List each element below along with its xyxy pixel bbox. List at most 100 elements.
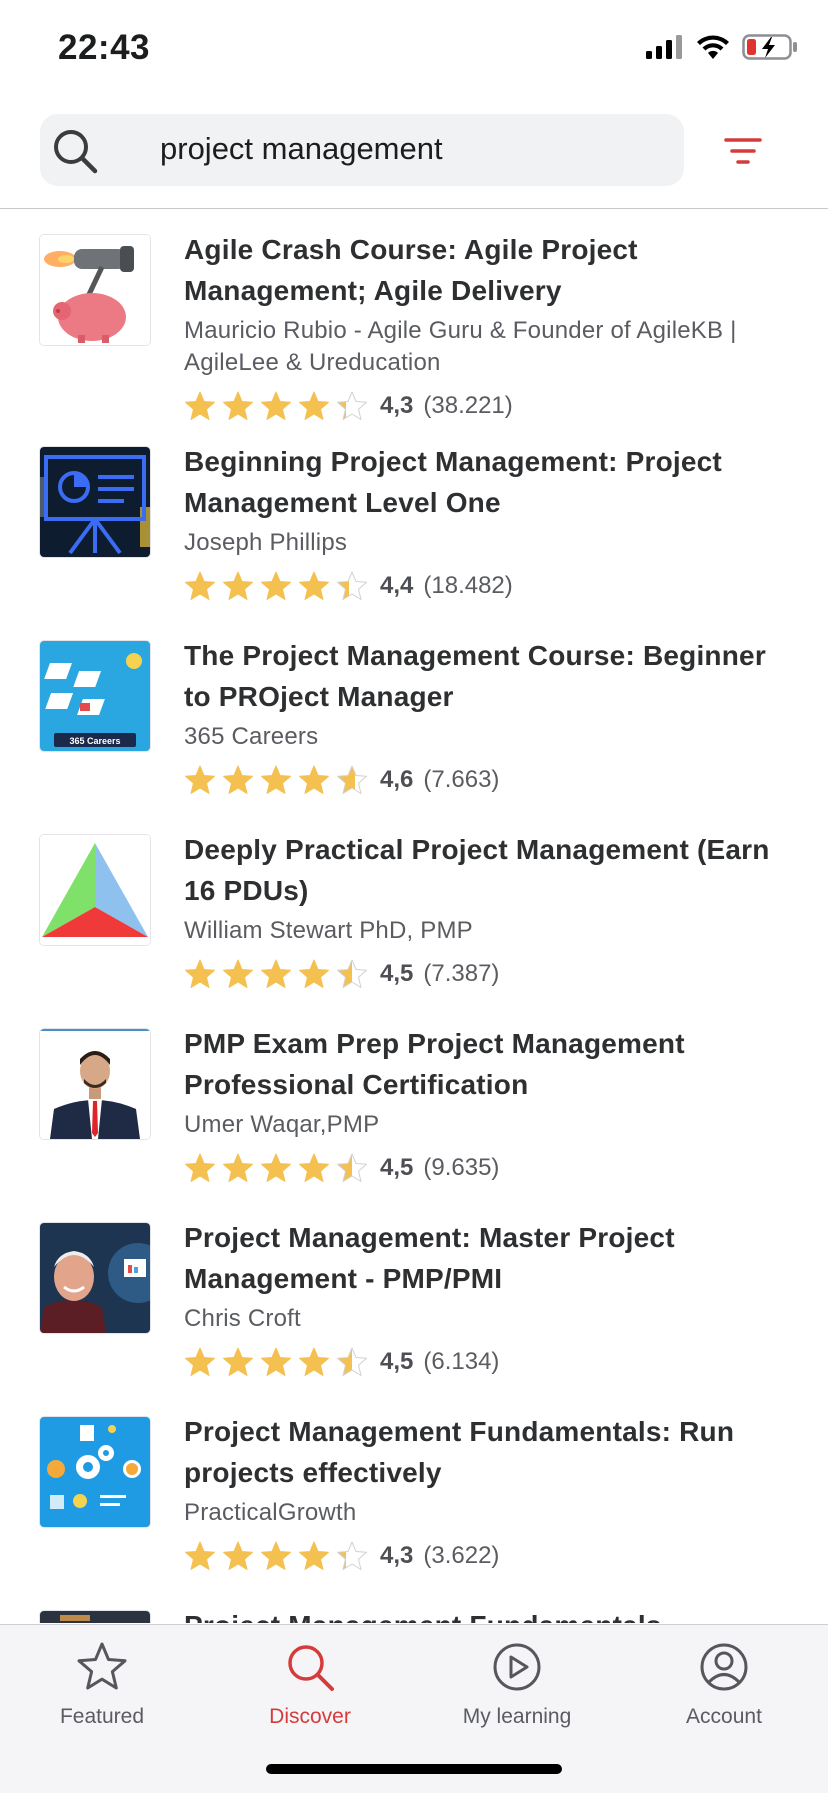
course-title: Beginning Project Management: Project Ma… (184, 446, 722, 518)
star-rating (184, 764, 368, 796)
review-count: (7.387) (423, 960, 500, 987)
course-rating: 4,4 (18.482) (184, 568, 794, 604)
star-icon (299, 959, 329, 988)
star-icon (337, 1347, 367, 1376)
account-icon (700, 1643, 748, 1691)
battery-charging-icon (742, 34, 797, 60)
star-icon (299, 1153, 329, 1182)
home-indicator[interactable] (266, 1764, 562, 1774)
course-author: Mauricio Rubio - Agile Guru & Founder of… (184, 317, 737, 376)
tab-my-learning[interactable]: My learning (437, 1641, 597, 1729)
wifi-icon (697, 35, 729, 59)
course-thumbnail (40, 835, 150, 945)
search-row: project management (0, 114, 828, 190)
course-rating: 4,5 (9.635) (184, 1150, 794, 1186)
search-query[interactable]: project management (160, 131, 443, 167)
course-author: Joseph Phillips (184, 529, 348, 556)
star-icon (223, 391, 253, 420)
course-info: Project Management Fundamentals: Run pro… (184, 1411, 794, 1574)
star-rating (184, 390, 368, 422)
course-author: Umer Waqar,PMP (184, 1111, 380, 1138)
rating-value: 4,3 (380, 1542, 414, 1569)
star-icon (299, 765, 329, 794)
star-icon (337, 959, 367, 988)
tab-label: Account (686, 1705, 762, 1728)
star-icon (337, 1153, 367, 1182)
tab-discover[interactable]: Discover (230, 1641, 390, 1729)
cellular-signal-icon (646, 35, 682, 59)
course-title: Project Management: Master Project Manag… (184, 1222, 675, 1294)
course-info: PMP Exam Prep Project Management Profess… (184, 1023, 794, 1186)
star-icon (337, 571, 367, 600)
star-icon (299, 1347, 329, 1376)
rating-value: 4,5 (380, 960, 414, 987)
star-icon (185, 959, 215, 988)
star-icon (185, 765, 215, 794)
star-icon (337, 1541, 367, 1570)
star-icon (261, 1541, 291, 1570)
course-thumbnail (40, 1417, 150, 1527)
star-rating (184, 1540, 368, 1572)
review-count: (3.622) (423, 1542, 500, 1569)
search-input[interactable]: project management (40, 114, 684, 186)
star-icon (185, 391, 215, 420)
rating-value: 4,5 (380, 1348, 414, 1375)
course-title: Project Management Fundamentals (184, 1605, 794, 1623)
course-info: Deeply Practical Project Management (Ear… (184, 829, 794, 992)
star-rating (184, 570, 368, 602)
star-icon (223, 1153, 253, 1182)
tab-account[interactable]: Account (644, 1641, 804, 1729)
course-thumbnail (40, 1223, 150, 1333)
review-count: (38.221) (423, 392, 513, 419)
rating-value: 4,5 (380, 1154, 414, 1181)
star-icon (261, 1347, 291, 1376)
course-info: Beginning Project Management: Project Ma… (184, 441, 794, 604)
course-info: Project Management: Master Project Manag… (184, 1217, 794, 1380)
tab-label: Featured (59, 1705, 145, 1728)
star-icon (299, 391, 329, 420)
star-icon (261, 571, 291, 600)
course-thumbnail (40, 1611, 150, 1623)
course-info: The Project Management Course: Beginner … (184, 635, 794, 798)
course-info: Agile Crash Course: Agile Project Manage… (184, 229, 794, 424)
course-rating: 4,3 (3.622) (184, 1538, 794, 1574)
play-circle-icon (493, 1643, 541, 1691)
star-icon (337, 391, 367, 420)
course-title: Agile Crash Course: Agile Project Manage… (184, 234, 638, 306)
star-icon (185, 1347, 215, 1376)
tab-featured[interactable]: Featured (22, 1641, 182, 1729)
course-author: Chris Croft (184, 1305, 301, 1332)
status-icons (646, 34, 798, 60)
star-icon (223, 959, 253, 988)
course-title: The Project Management Course: Beginner … (184, 640, 766, 712)
star-icon (261, 391, 291, 420)
thumbnail-brand-text: 365 Careers (69, 736, 120, 746)
star-icon (223, 1347, 253, 1376)
star-icon (261, 959, 291, 988)
course-list[interactable]: Agile Crash Course: Agile Project Manage… (0, 209, 828, 1623)
course-thumbnail: 365 Careers (40, 641, 150, 751)
star-rating (184, 958, 368, 990)
course-rating: 4,5 (6.134) (184, 1344, 794, 1380)
search-icon (288, 1645, 334, 1691)
course-rating: 4,6 (7.663) (184, 762, 794, 798)
star-icon (261, 1153, 291, 1182)
course-author: PracticalGrowth (184, 1499, 357, 1526)
star-icon (185, 1153, 215, 1182)
course-author: 365 Careers (184, 723, 319, 750)
filter-icon[interactable] (718, 128, 768, 174)
star-icon (223, 765, 253, 794)
star-icon (261, 765, 291, 794)
course-title: Project Management Fundamentals: Run pro… (184, 1416, 735, 1488)
star-icon (185, 1541, 215, 1570)
star-rating (184, 1346, 368, 1378)
status-bar: 22:43 (0, 0, 828, 100)
star-icon (337, 765, 367, 794)
review-count: (18.482) (423, 572, 513, 599)
course-thumbnail (40, 235, 150, 345)
review-count: (9.635) (423, 1154, 500, 1181)
star-icon (77, 1642, 127, 1690)
star-icon (299, 1541, 329, 1570)
review-count: (6.134) (423, 1348, 500, 1375)
course-info: Project Management Fundamentals (184, 1605, 794, 1623)
